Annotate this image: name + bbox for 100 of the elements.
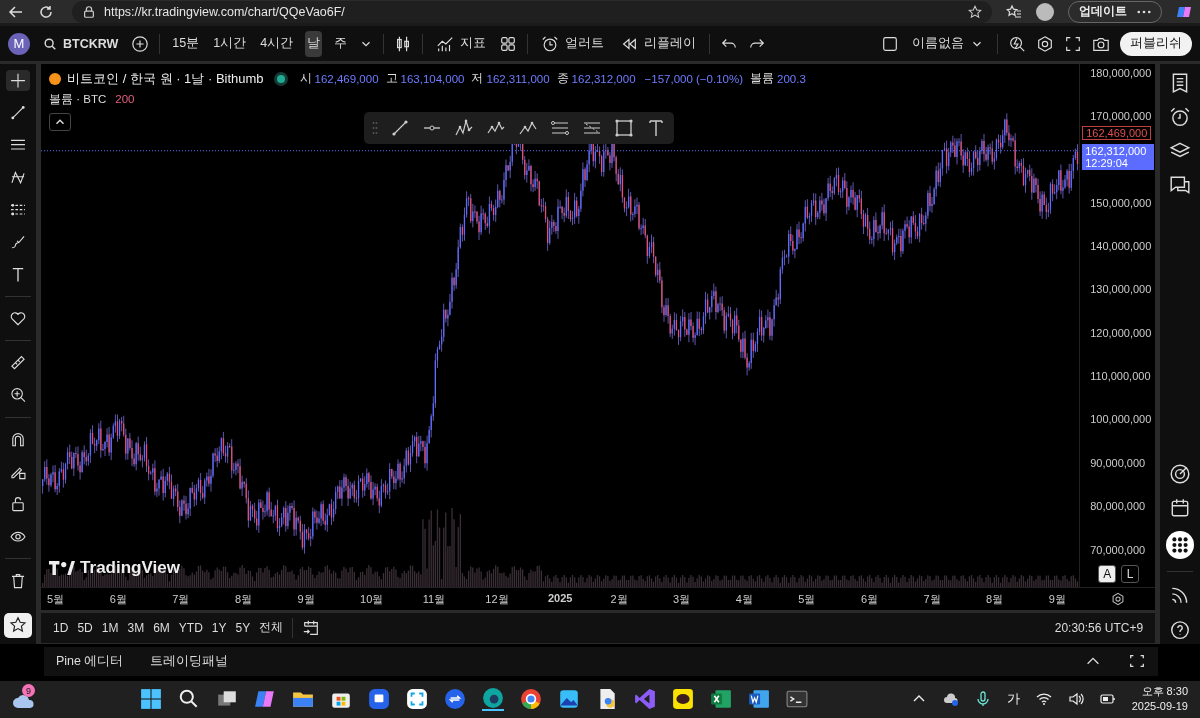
- photos-icon[interactable]: [558, 688, 581, 711]
- price-axis-label: 180,000,000: [1090, 66, 1152, 79]
- app-tile-icon[interactable]: [368, 688, 391, 711]
- start-icon[interactable]: [140, 688, 163, 711]
- date-range-button[interactable]: 3M: [127, 620, 145, 635]
- url-text: https://kr.tradingview.com/chart/QQeVao6F/: [104, 4, 345, 19]
- user-avatar[interactable]: M: [8, 32, 30, 55]
- quick-search-icon[interactable]: [1008, 34, 1026, 53]
- cloud-sync-icon[interactable]: [942, 691, 959, 708]
- bitcoin-icon: [49, 72, 62, 85]
- reload-icon[interactable]: [38, 3, 54, 20]
- ohlc-value: 163,104,000: [400, 72, 465, 85]
- edge-browser-icon[interactable]: [482, 687, 505, 712]
- microphone-icon[interactable]: [974, 691, 991, 708]
- drag-handle-icon[interactable]: [372, 120, 379, 135]
- document-icon[interactable]: [748, 688, 771, 711]
- price-change: −157,000 (−0.10%): [644, 72, 743, 85]
- symbol-search[interactable]: BTCKRW: [40, 30, 122, 57]
- layout-square-icon[interactable]: [881, 34, 899, 53]
- pattern-icon[interactable]: [454, 117, 475, 138]
- ohlc-label: 시: [299, 71, 312, 87]
- price-axis-label: 150,000,000: [1090, 196, 1152, 209]
- input-method-indicator[interactable]: 가: [1006, 690, 1020, 709]
- date-range-button[interactable]: YTD: [178, 620, 203, 635]
- lock-icon: [82, 4, 96, 19]
- back-icon[interactable]: [8, 3, 24, 20]
- time-axis-label: 7월: [923, 591, 941, 607]
- indicators-button[interactable]: 지표: [433, 30, 490, 57]
- date-range-button[interactable]: 전체: [259, 619, 284, 637]
- spreadsheet-icon[interactable]: [710, 688, 733, 711]
- address-bar[interactable]: https://kr.tradingview.com/chart/QQeVao6F/: [72, 0, 992, 23]
- price-axis-label: 80,000,000: [1090, 500, 1146, 513]
- publish-button[interactable]: 퍼블리쉬: [1120, 31, 1192, 56]
- visual-studio-icon[interactable]: [634, 688, 657, 711]
- clock-date[interactable]: 2025-09-19: [1131, 699, 1188, 715]
- screenshot-tool-icon[interactable]: [406, 688, 429, 711]
- volume-value: 200.3: [777, 72, 806, 85]
- date-range-button[interactable]: 6M: [153, 620, 170, 635]
- wifi-icon[interactable]: [1035, 691, 1052, 708]
- go-to-date-icon[interactable]: [302, 618, 321, 637]
- interval-tab[interactable]: 날: [305, 30, 323, 57]
- scale-mode-button[interactable]: A: [1098, 564, 1117, 583]
- add-symbol-icon[interactable]: [131, 34, 150, 53]
- rectangle-icon[interactable]: [614, 117, 635, 138]
- date-range-button[interactable]: 5D: [77, 620, 93, 635]
- remote-app-icon[interactable]: [444, 688, 467, 711]
- fullscreen-icon[interactable]: [1064, 34, 1082, 53]
- volume-icon[interactable]: [1067, 691, 1084, 708]
- grid-layout-icon[interactable]: [499, 34, 518, 53]
- ohlc-value: 162,311,000: [486, 72, 550, 85]
- target-icon[interactable]: [1169, 462, 1192, 485]
- alert-button[interactable]: 얼러트: [538, 30, 608, 57]
- favorite-star-icon[interactable]: [968, 4, 982, 19]
- date-range-button[interactable]: 1Y: [211, 620, 227, 635]
- time-axis-label: 6월: [109, 591, 127, 607]
- cloud-icon: [12, 693, 36, 710]
- interval-tab[interactable]: 15분: [170, 30, 202, 57]
- price-axis-label: 90,000,000: [1090, 456, 1146, 469]
- date-range-button[interactable]: 1D: [53, 620, 69, 635]
- tradingview-logo[interactable]: TradingView: [49, 557, 180, 578]
- price-axis-label: 140,000,000: [1090, 240, 1152, 253]
- last-price-text: 162,312,000: [1085, 145, 1148, 158]
- collapse-legend-button[interactable]: [49, 112, 72, 131]
- profile-avatar[interactable]: [1036, 2, 1054, 21]
- symbol-title[interactable]: 비트코인 / 한국 원 · 1날 · Bithumb: [67, 69, 264, 88]
- interval-tab[interactable]: 주: [332, 30, 350, 57]
- date-range-button[interactable]: 5Y: [235, 620, 251, 635]
- settings-icon[interactable]: [1036, 34, 1054, 53]
- settings-icon[interactable]: [1110, 591, 1125, 606]
- ohlc-label: 종: [556, 71, 569, 87]
- star-icon: [9, 616, 28, 635]
- favorites-icon[interactable]: [1006, 3, 1022, 20]
- date-range-button[interactable]: 1M: [101, 620, 119, 635]
- more-icon[interactable]: [1137, 9, 1151, 14]
- chrome-browser-icon[interactable]: [520, 688, 543, 711]
- chat-app-icon[interactable]: [672, 688, 695, 711]
- apps-grid-icon[interactable]: [1166, 530, 1195, 559]
- time-axis-label: 5월: [47, 591, 65, 607]
- interval-tab[interactable]: 4시간: [258, 30, 296, 57]
- replay-button[interactable]: 리플레이: [617, 30, 700, 57]
- favorite-tools-button[interactable]: [4, 613, 33, 638]
- countdown-text: 12:29:04: [1085, 157, 1129, 170]
- clock-time[interactable]: 오후 8:30: [1141, 684, 1188, 700]
- volume-indicator-title[interactable]: 볼륨 · BTC: [49, 91, 107, 107]
- price-axis-label: 100,000,000: [1090, 413, 1152, 426]
- alarm-clock-icon[interactable]: [1169, 105, 1192, 128]
- panel-tab[interactable]: Pine 에디터: [56, 652, 124, 670]
- interval-tab[interactable]: 1시간: [211, 30, 249, 57]
- time-axis-label: 2025: [547, 591, 573, 604]
- open-price-tag: 162,469,000: [1082, 126, 1152, 141]
- tv-logo-icon: [49, 560, 76, 575]
- scale-mode-button[interactable]: L: [1121, 564, 1140, 583]
- crosshair-icon[interactable]: [6, 69, 31, 91]
- layout-name-dropdown[interactable]: 이름없음: [909, 30, 987, 57]
- timezone-clock[interactable]: 20:30:56 UTC+9: [1054, 620, 1144, 635]
- alarm-clock-icon: [541, 34, 560, 53]
- price-axis-label: 110,000,000: [1090, 370, 1151, 383]
- panel-tab[interactable]: 트레이딩패널: [149, 652, 228, 670]
- time-axis-label: 6월: [860, 591, 878, 607]
- time-axis-label: 12월: [485, 591, 509, 607]
